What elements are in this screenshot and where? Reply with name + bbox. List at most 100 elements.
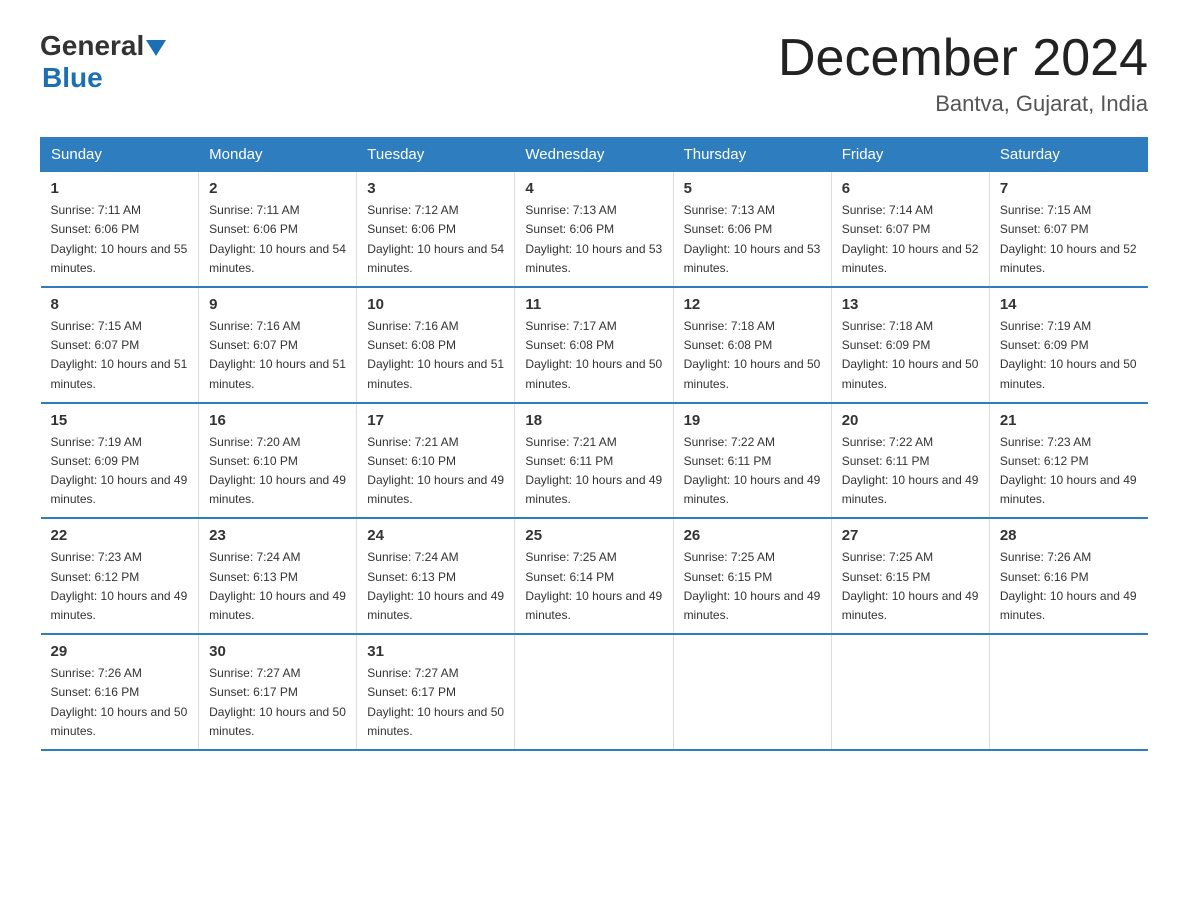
weekday-header-sunday: Sunday: [41, 138, 199, 172]
day-info: Sunrise: 7:24 AMSunset: 6:13 PMDaylight:…: [367, 548, 504, 625]
calendar-cell: 31 Sunrise: 7:27 AMSunset: 6:17 PMDayligh…: [357, 634, 515, 750]
day-info: Sunrise: 7:27 AMSunset: 6:17 PMDaylight:…: [209, 664, 346, 741]
day-info: Sunrise: 7:15 AMSunset: 6:07 PMDaylight:…: [1000, 201, 1138, 278]
calendar-cell: 16 Sunrise: 7:20 AMSunset: 6:10 PMDayligh…: [199, 403, 357, 519]
day-info: Sunrise: 7:27 AMSunset: 6:17 PMDaylight:…: [367, 664, 504, 741]
weekday-row: SundayMondayTuesdayWednesdayThursdayFrid…: [41, 138, 1148, 172]
weekday-header-tuesday: Tuesday: [357, 138, 515, 172]
calendar-cell: 13 Sunrise: 7:18 AMSunset: 6:09 PMDayligh…: [831, 287, 989, 403]
day-info: Sunrise: 7:22 AMSunset: 6:11 PMDaylight:…: [684, 433, 821, 510]
day-number: 10: [367, 296, 504, 313]
logo-blue-text: Blue: [42, 62, 103, 93]
day-number: 5: [684, 180, 821, 197]
day-info: Sunrise: 7:25 AMSunset: 6:15 PMDaylight:…: [684, 548, 821, 625]
calendar-week-row: 29 Sunrise: 7:26 AMSunset: 6:16 PMDayligh…: [41, 634, 1148, 750]
calendar-cell: 21Sunrise: 7:23 AMSunset: 6:12 PMDayligh…: [989, 403, 1147, 519]
day-info: Sunrise: 7:13 AMSunset: 6:06 PMDaylight:…: [684, 201, 821, 278]
day-number: 20: [842, 412, 979, 429]
calendar-week-row: 15Sunrise: 7:19 AMSunset: 6:09 PMDayligh…: [41, 403, 1148, 519]
day-number: 30: [209, 643, 346, 660]
calendar-header: SundayMondayTuesdayWednesdayThursdayFrid…: [41, 138, 1148, 172]
calendar-week-row: 1 Sunrise: 7:11 AMSunset: 6:06 PMDaylight…: [41, 172, 1148, 287]
calendar-cell: 7 Sunrise: 7:15 AMSunset: 6:07 PMDaylight…: [989, 172, 1147, 287]
day-info: Sunrise: 7:14 AMSunset: 6:07 PMDaylight:…: [842, 201, 979, 278]
day-info: Sunrise: 7:11 AMSunset: 6:06 PMDaylight:…: [209, 201, 346, 278]
calendar-cell: 4 Sunrise: 7:13 AMSunset: 6:06 PMDaylight…: [515, 172, 673, 287]
day-number: 23: [209, 527, 346, 544]
day-info: Sunrise: 7:19 AMSunset: 6:09 PMDaylight:…: [51, 433, 189, 510]
logo-area: General Blue: [40, 30, 166, 94]
day-info: Sunrise: 7:20 AMSunset: 6:10 PMDaylight:…: [209, 433, 346, 510]
day-number: 26: [684, 527, 821, 544]
day-number: 7: [1000, 180, 1138, 197]
day-info: Sunrise: 7:17 AMSunset: 6:08 PMDaylight:…: [525, 317, 662, 394]
calendar-cell: [989, 634, 1147, 750]
day-info: Sunrise: 7:25 AMSunset: 6:14 PMDaylight:…: [525, 548, 662, 625]
day-info: Sunrise: 7:25 AMSunset: 6:15 PMDaylight:…: [842, 548, 979, 625]
weekday-header-wednesday: Wednesday: [515, 138, 673, 172]
calendar-cell: 29 Sunrise: 7:26 AMSunset: 6:16 PMDayligh…: [41, 634, 199, 750]
day-number: 21: [1000, 412, 1138, 429]
calendar-cell: [673, 634, 831, 750]
day-info: Sunrise: 7:12 AMSunset: 6:06 PMDaylight:…: [367, 201, 504, 278]
calendar-cell: 22Sunrise: 7:23 AMSunset: 6:12 PMDayligh…: [41, 518, 199, 634]
logo-general-text: General: [40, 30, 144, 62]
calendar-cell: 2Sunrise: 7:11 AMSunset: 6:06 PMDaylight…: [199, 172, 357, 287]
logo: General: [40, 30, 166, 62]
weekday-header-thursday: Thursday: [673, 138, 831, 172]
header: General Blue December 2024 Bantva, Gujar…: [40, 30, 1148, 117]
day-number: 29: [51, 643, 189, 660]
weekday-header-monday: Monday: [199, 138, 357, 172]
day-number: 13: [842, 296, 979, 313]
day-number: 18: [525, 412, 662, 429]
day-number: 28: [1000, 527, 1138, 544]
calendar-cell: 19Sunrise: 7:22 AMSunset: 6:11 PMDayligh…: [673, 403, 831, 519]
calendar-cell: 18 Sunrise: 7:21 AMSunset: 6:11 PMDayligh…: [515, 403, 673, 519]
day-info: Sunrise: 7:18 AMSunset: 6:09 PMDaylight:…: [842, 317, 979, 394]
day-info: Sunrise: 7:13 AMSunset: 6:06 PMDaylight:…: [525, 201, 662, 278]
day-info: Sunrise: 7:11 AMSunset: 6:06 PMDaylight:…: [51, 201, 189, 278]
day-number: 24: [367, 527, 504, 544]
calendar-table: SundayMondayTuesdayWednesdayThursdayFrid…: [40, 137, 1148, 751]
day-info: Sunrise: 7:21 AMSunset: 6:11 PMDaylight:…: [525, 433, 662, 510]
day-number: 27: [842, 527, 979, 544]
calendar-cell: 28 Sunrise: 7:26 AMSunset: 6:16 PMDayligh…: [989, 518, 1147, 634]
location-title: Bantva, Gujarat, India: [778, 91, 1148, 117]
calendar-cell: 1 Sunrise: 7:11 AMSunset: 6:06 PMDaylight…: [41, 172, 199, 287]
calendar-week-row: 22Sunrise: 7:23 AMSunset: 6:12 PMDayligh…: [41, 518, 1148, 634]
calendar-cell: 24 Sunrise: 7:24 AMSunset: 6:13 PMDayligh…: [357, 518, 515, 634]
day-info: Sunrise: 7:23 AMSunset: 6:12 PMDaylight:…: [51, 548, 189, 625]
calendar-cell: [831, 634, 989, 750]
calendar-cell: 11 Sunrise: 7:17 AMSunset: 6:08 PMDayligh…: [515, 287, 673, 403]
calendar-cell: 23 Sunrise: 7:24 AMSunset: 6:13 PMDayligh…: [199, 518, 357, 634]
day-number: 4: [525, 180, 662, 197]
title-area: December 2024 Bantva, Gujarat, India: [778, 30, 1148, 117]
day-number: 31: [367, 643, 504, 660]
day-info: Sunrise: 7:24 AMSunset: 6:13 PMDaylight:…: [209, 548, 346, 625]
day-info: Sunrise: 7:21 AMSunset: 6:10 PMDaylight:…: [367, 433, 504, 510]
day-number: 17: [367, 412, 504, 429]
calendar-week-row: 8Sunrise: 7:15 AMSunset: 6:07 PMDaylight…: [41, 287, 1148, 403]
calendar-cell: 3 Sunrise: 7:12 AMSunset: 6:06 PMDaylight…: [357, 172, 515, 287]
calendar-cell: 15Sunrise: 7:19 AMSunset: 6:09 PMDayligh…: [41, 403, 199, 519]
weekday-header-friday: Friday: [831, 138, 989, 172]
day-number: 11: [525, 296, 662, 313]
day-info: Sunrise: 7:18 AMSunset: 6:08 PMDaylight:…: [684, 317, 821, 394]
calendar-cell: 25 Sunrise: 7:25 AMSunset: 6:14 PMDayligh…: [515, 518, 673, 634]
calendar-cell: 6Sunrise: 7:14 AMSunset: 6:07 PMDaylight…: [831, 172, 989, 287]
calendar-cell: 17 Sunrise: 7:21 AMSunset: 6:10 PMDayligh…: [357, 403, 515, 519]
day-number: 9: [209, 296, 346, 313]
calendar-cell: 9 Sunrise: 7:16 AMSunset: 6:07 PMDaylight…: [199, 287, 357, 403]
day-info: Sunrise: 7:15 AMSunset: 6:07 PMDaylight:…: [51, 317, 189, 394]
day-info: Sunrise: 7:26 AMSunset: 6:16 PMDaylight:…: [1000, 548, 1138, 625]
calendar-cell: [515, 634, 673, 750]
day-info: Sunrise: 7:26 AMSunset: 6:16 PMDaylight:…: [51, 664, 189, 741]
calendar-cell: 12 Sunrise: 7:18 AMSunset: 6:08 PMDayligh…: [673, 287, 831, 403]
day-number: 3: [367, 180, 504, 197]
day-info: Sunrise: 7:16 AMSunset: 6:07 PMDaylight:…: [209, 317, 346, 394]
day-number: 25: [525, 527, 662, 544]
day-number: 16: [209, 412, 346, 429]
day-number: 1: [51, 180, 189, 197]
day-number: 12: [684, 296, 821, 313]
calendar-cell: 8Sunrise: 7:15 AMSunset: 6:07 PMDaylight…: [41, 287, 199, 403]
